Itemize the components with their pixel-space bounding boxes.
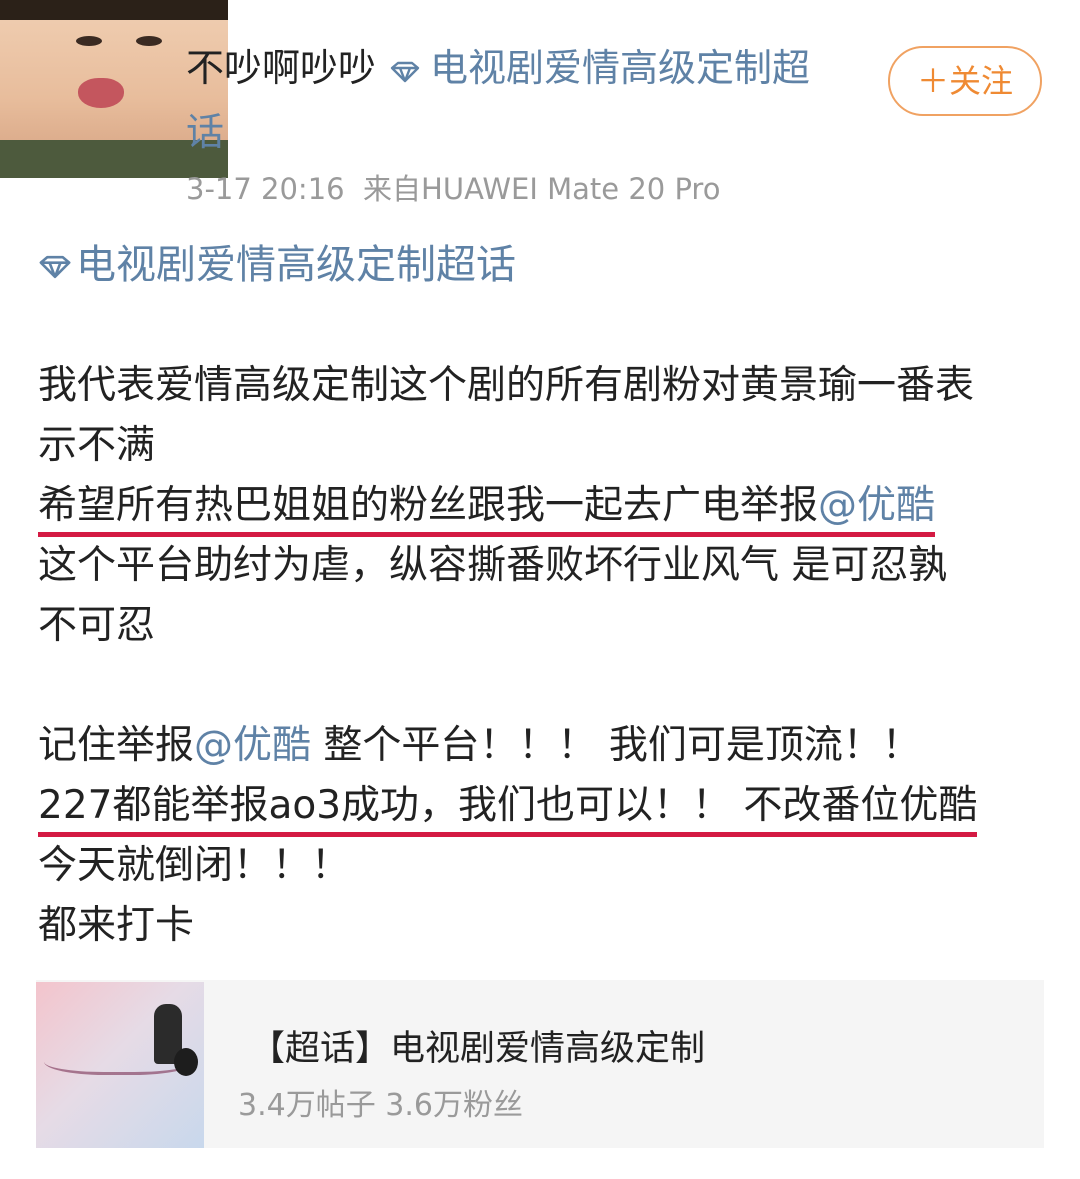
mention-youku[interactable]: @优酷 bbox=[194, 723, 311, 768]
poster-figure-hat bbox=[174, 1048, 198, 1076]
post-line-text: 希望所有热巴姐姐的粉丝跟我一起去广电举报 bbox=[38, 483, 819, 528]
post-header: 不吵啊吵吵 电视剧爱情高级定制超话 bbox=[186, 36, 846, 164]
post-line: 不可忍 bbox=[38, 603, 156, 648]
post-line: 示不满 bbox=[38, 423, 156, 468]
username[interactable]: 不吵啊吵吵 bbox=[186, 46, 376, 90]
topic-link[interactable]: 电视剧爱情高级定制超话 bbox=[38, 236, 516, 294]
post-timestamp: 3-17 20:16 bbox=[186, 172, 345, 206]
card-title: 【超话】电视剧爱情高级定制 bbox=[250, 1029, 706, 1069]
avatar-right-eye bbox=[136, 36, 162, 46]
post-body: 我代表爱情高级定制这个剧的所有剧粉对黄景瑜一番表 示不满 希望所有热巴姐姐的粉丝… bbox=[38, 356, 1048, 956]
post-line-text: 记住举报 bbox=[38, 723, 195, 768]
post-line: 这个平台助纣为虐，纵容撕番败坏行业风气 是可忍孰 bbox=[38, 543, 948, 588]
drama-poster-thumbnail bbox=[36, 982, 204, 1148]
mention-youku[interactable]: @优酷 bbox=[818, 483, 935, 528]
avatar-mouth bbox=[78, 78, 124, 108]
post-line: 我代表爱情高级定制这个剧的所有剧粉对黄景瑜一番表 bbox=[38, 363, 975, 408]
topic-link-label: 电视剧爱情高级定制超话 bbox=[76, 242, 516, 288]
post-meta: 3-17 20:16 来自HUAWEI Mate 20 Pro bbox=[186, 166, 720, 208]
diamond-icon bbox=[390, 61, 420, 83]
post-line-text: 整个平台！！！ 我们可是顶流！！ bbox=[311, 723, 921, 768]
post-source: 来自HUAWEI Mate 20 Pro bbox=[363, 172, 721, 206]
highlighted-line: 227都能举报ao3成功，我们也可以！！ 不改番位优酷 bbox=[38, 783, 978, 837]
card-stats: 3.4万帖子 3.6万粉丝 bbox=[238, 1088, 523, 1123]
post-line: 记住举报@优酷 整个平台！！！ 我们可是顶流！！ bbox=[38, 716, 1048, 776]
post-line: 227都能举报ao3成功，我们也可以！！ 不改番位优酷 bbox=[38, 776, 1048, 837]
post-line: 都来打卡 bbox=[38, 903, 195, 948]
avatar-left-eye bbox=[76, 36, 102, 46]
highlighted-line: 希望所有热巴姐姐的粉丝跟我一起去广电举报@优酷 bbox=[38, 483, 936, 537]
avatar-hair bbox=[0, 0, 228, 20]
post-line: 今天就倒闭！！！ bbox=[38, 843, 351, 888]
follow-button[interactable]: ＋关注 bbox=[888, 46, 1042, 116]
diamond-icon bbox=[39, 255, 71, 279]
supertopic-card[interactable]: 【超话】电视剧爱情高级定制 3.4万帖子 3.6万粉丝 bbox=[36, 980, 1044, 1148]
post-line: 希望所有热巴姐姐的粉丝跟我一起去广电举报@优酷 bbox=[38, 476, 1048, 537]
